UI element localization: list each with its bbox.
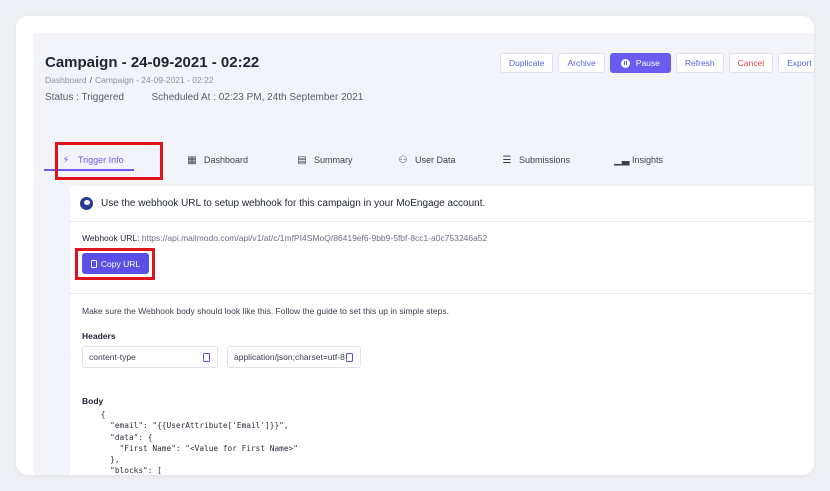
tab-label: Summary xyxy=(314,155,353,165)
highlight-copy-url xyxy=(75,248,155,280)
scheduled-value: 02:23 PM, 24th September 2021 xyxy=(218,92,364,103)
chart-icon: ▁▃ xyxy=(614,154,630,166)
summary-icon: ▤ xyxy=(297,154,307,166)
page-title: Campaign - 24-09-2021 - 02:22 xyxy=(45,54,260,71)
campaign-page: Campaign - 24-09-2021 - 02:22 Dashboard /… xyxy=(34,33,814,475)
header-key-value: content-type xyxy=(89,352,136,362)
copy-icon[interactable] xyxy=(346,353,353,362)
refresh-button[interactable]: Refresh xyxy=(675,53,724,73)
tab-summary[interactable]: ▤ Summary xyxy=(296,145,353,175)
divider xyxy=(70,293,814,294)
export-label: Export Data xyxy=(787,58,814,68)
webhook-hint: Make sure the Webhook body should look l… xyxy=(82,306,449,316)
campaign-meta: Status : Triggered Scheduled At : 02:23 … xyxy=(45,92,363,103)
export-data-button[interactable]: Export Data xyxy=(778,53,814,73)
breadcrumb: Dashboard / Campaign - 24-09-2021 - 02:22 xyxy=(45,75,214,85)
header-value-text: application/json;charset=utf-8 xyxy=(234,352,345,362)
list-icon: ☰ xyxy=(502,154,512,166)
tab-dashboard[interactable]: ▦ Dashboard xyxy=(186,145,248,175)
pause-label: Pause xyxy=(635,58,660,68)
moengage-icon xyxy=(80,197,93,210)
users-icon: ⚇ xyxy=(398,154,408,166)
status-label: Status : xyxy=(45,92,79,103)
webhook-body-code: { "email": "{{UserAttribute['Email']}}",… xyxy=(100,410,298,475)
breadcrumb-dashboard[interactable]: Dashboard xyxy=(45,75,87,85)
header-key-field[interactable]: content-type xyxy=(82,346,218,368)
archive-button[interactable]: Archive xyxy=(558,53,605,73)
cancel-button[interactable]: Cancel xyxy=(728,53,774,73)
duplicate-button[interactable]: Duplicate xyxy=(500,53,554,73)
tab-label: Insights xyxy=(632,155,664,165)
tab-label: User Data xyxy=(415,155,456,165)
pause-icon xyxy=(620,58,630,68)
highlight-trigger-info xyxy=(55,142,163,180)
copy-icon[interactable] xyxy=(203,353,210,362)
webhook-url: https://api.mailmodo.com/api/v1/at/c/1mf… xyxy=(141,233,488,243)
webhook-url-row: Webhook URL: https://api.mailmodo.com/ap… xyxy=(82,233,487,243)
info-banner: Use the webhook URL to setup webhook for… xyxy=(70,186,814,222)
dashboard-icon: ▦ xyxy=(187,154,197,166)
action-bar: Duplicate Archive Pause Refresh Cancel E… xyxy=(500,53,814,73)
tab-insights[interactable]: ▁▃ Insights xyxy=(614,145,663,175)
tab-submissions[interactable]: ☰ Submissions xyxy=(501,145,571,175)
webhook-label: Webhook URL: xyxy=(82,233,140,243)
screenshot-frame: Campaign - 24-09-2021 - 02:22 Dashboard /… xyxy=(16,16,814,475)
trigger-info-panel: Use the webhook URL to setup webhook for… xyxy=(70,186,814,475)
body-label: Body xyxy=(82,396,104,406)
scheduled-label: Scheduled At : xyxy=(151,92,217,103)
pause-button[interactable]: Pause xyxy=(609,53,671,73)
info-text: Use the webhook URL to setup webhook for… xyxy=(101,198,486,209)
tab-user-data[interactable]: ⚇ User Data xyxy=(397,145,456,175)
tab-label: Dashboard xyxy=(204,155,249,165)
headers-label: Headers xyxy=(82,331,116,341)
breadcrumb-current: Campaign - 24-09-2021 - 02:22 xyxy=(94,75,214,85)
tab-label: Submissions xyxy=(519,155,571,165)
header-value-field[interactable]: application/json;charset=utf-8 xyxy=(227,346,361,368)
status-value: Triggered xyxy=(81,92,124,103)
